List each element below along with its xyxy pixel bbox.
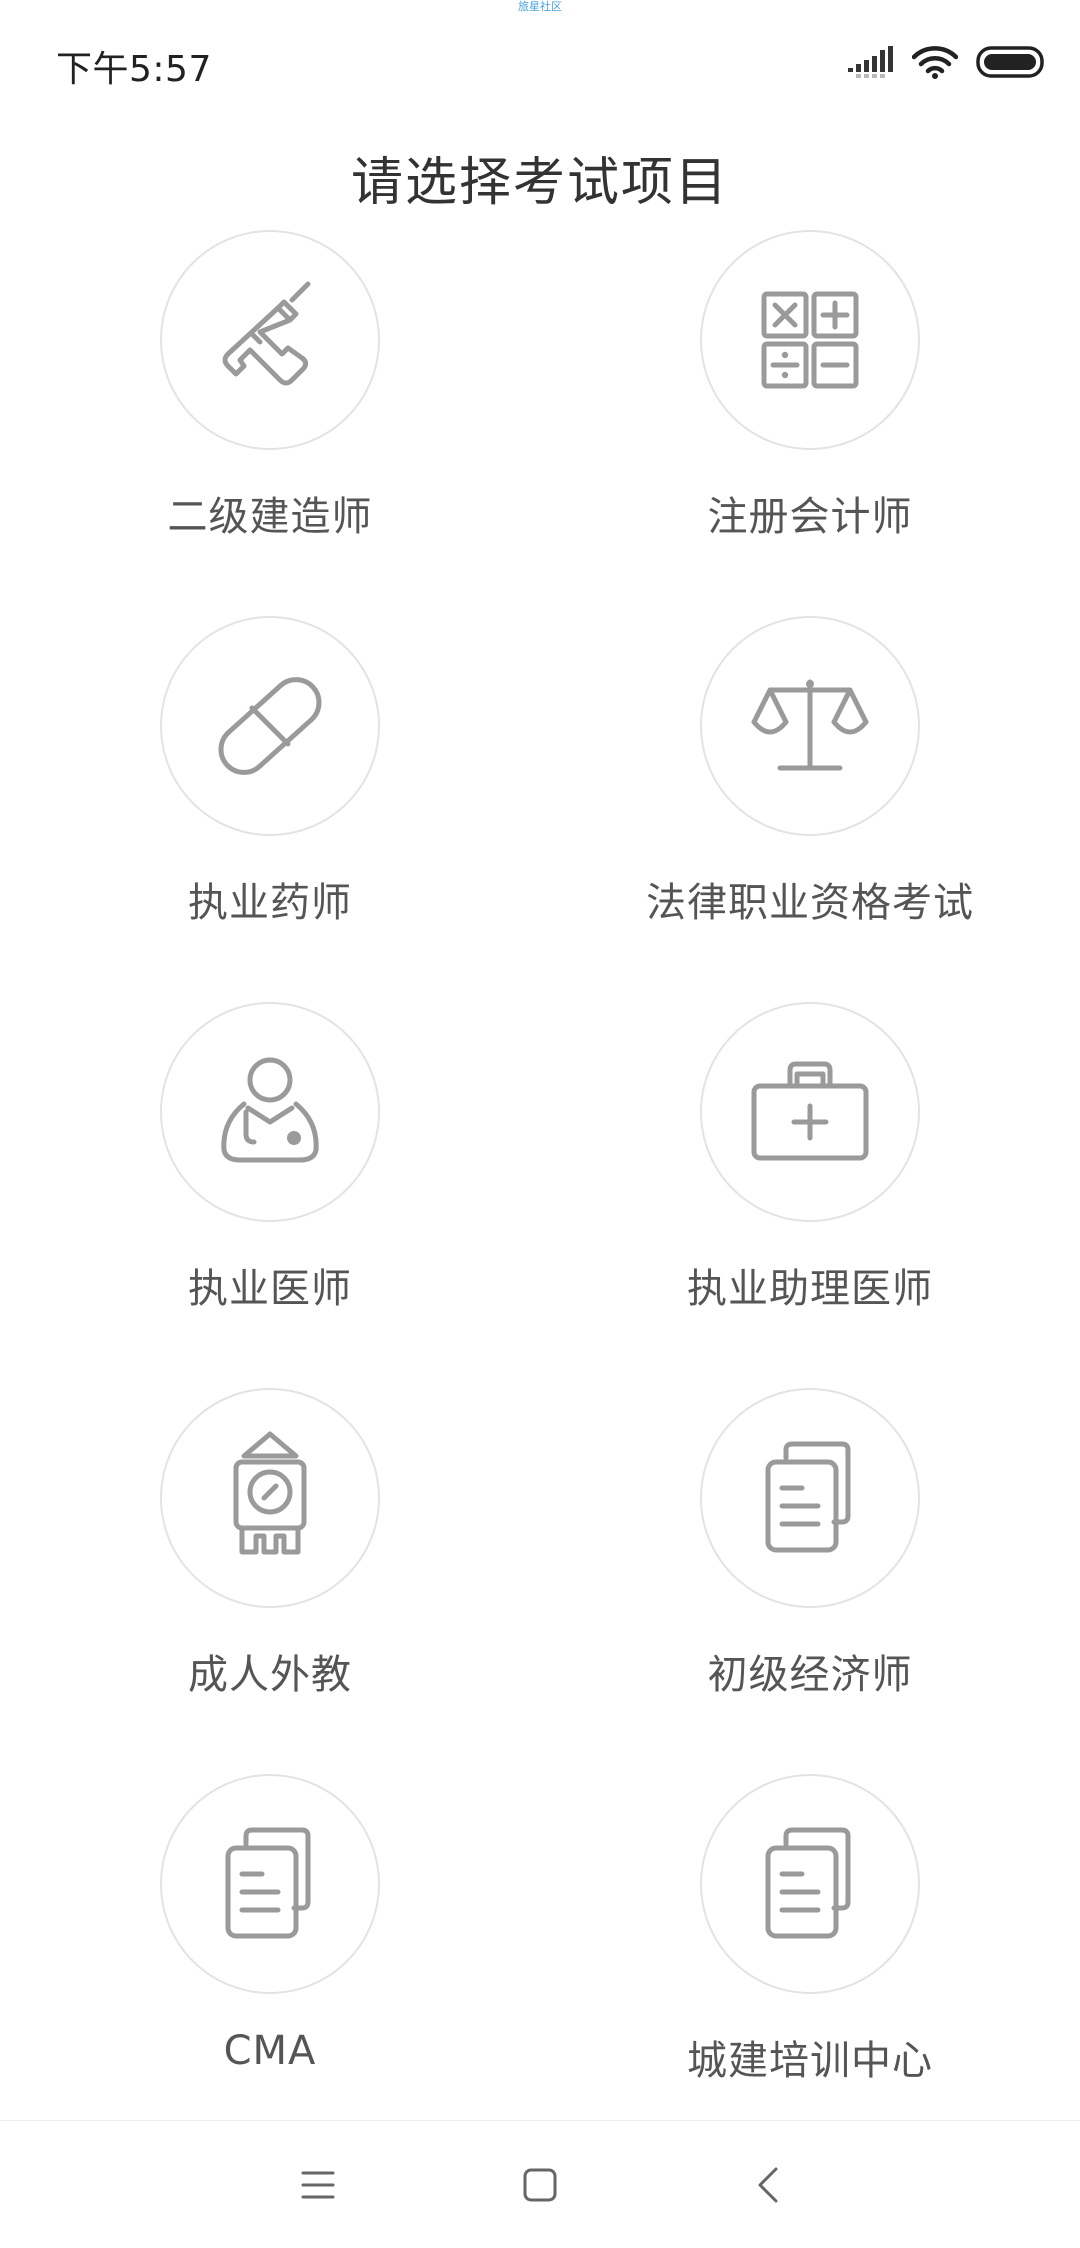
exam-item-label: 初级经济师 <box>707 1652 913 1698</box>
drill-icon <box>222 281 311 386</box>
status-bar: 下午5:57 <box>0 0 1080 120</box>
icon-circle <box>700 1002 920 1222</box>
medical-kit-icon <box>751 1061 869 1161</box>
exam-item-falv-zhiye-zige[interactable]: 法律职业资格考试 <box>540 616 1080 1002</box>
documents-icon <box>765 1441 851 1553</box>
menu-button[interactable] <box>288 2155 348 2215</box>
back-button[interactable] <box>738 2155 798 2215</box>
exam-item-label: 城建培训中心 <box>687 2038 933 2084</box>
icon-circle <box>160 1774 380 1994</box>
page-title: 请选择考试项目 <box>350 153 729 213</box>
exam-item-zhiye-yaoshi[interactable]: 执业药师 <box>0 616 540 1002</box>
exam-item-chuji-jingjishi[interactable]: 初级经济师 <box>540 1388 1080 1774</box>
status-time: 下午5:57 <box>56 49 212 90</box>
exam-item-cma[interactable]: CMA <box>0 1774 540 2160</box>
icon-circle <box>160 616 380 836</box>
exam-item-label: 二级建造师 <box>167 494 373 540</box>
exam-item-zhuce-kuaijishi[interactable]: 注册会计师 <box>540 230 1080 616</box>
home-icon <box>523 2168 557 2202</box>
exam-item-label: 执业医师 <box>188 1266 352 1312</box>
doctor-icon <box>221 1057 319 1163</box>
documents-icon <box>765 1827 851 1939</box>
icon-circle <box>700 616 920 836</box>
icon-circle <box>700 1774 920 1994</box>
exam-item-label: 执业药师 <box>188 880 352 926</box>
home-button[interactable] <box>510 2155 570 2215</box>
menu-icon <box>301 2171 335 2199</box>
system-nav-bar <box>0 2120 1080 2248</box>
clock-tower-icon <box>233 1431 307 1555</box>
exam-item-label: 成人外教 <box>188 1652 352 1698</box>
signal-icon <box>848 46 893 78</box>
exam-item-label: 注册会计师 <box>707 494 913 540</box>
exam-item-chengjian-peixun-zhongxin[interactable]: 城建培训中心 <box>540 1774 1080 2160</box>
documents-icon <box>225 1827 311 1939</box>
icon-circle <box>160 1388 380 1608</box>
wifi-icon <box>912 46 958 79</box>
exam-selection-screen: 旅星社区 下午5:57 请选择考试项目 二级建造师 注册会计师 执业药师 法律职… <box>0 0 1080 2248</box>
exam-item-label: CMA <box>223 2028 317 2074</box>
battery-icon <box>976 46 1044 78</box>
exam-item-zhiye-yishi[interactable]: 执业医师 <box>0 1002 540 1388</box>
back-icon <box>758 2167 778 2203</box>
icon-circle <box>160 230 380 450</box>
icon-circle <box>160 1002 380 1222</box>
icon-circle <box>700 1388 920 1608</box>
exam-item-erji-jianzaoshi[interactable]: 二级建造师 <box>0 230 540 616</box>
exam-item-zhiye-zhuli-yishi[interactable]: 执业助理医师 <box>540 1002 1080 1388</box>
exam-item-label: 执业助理医师 <box>687 1266 933 1312</box>
calculator-icon <box>761 291 859 389</box>
icon-circle <box>700 230 920 450</box>
pill-icon <box>218 677 322 775</box>
status-icons <box>848 44 1044 80</box>
exam-item-label: 法律职业资格考试 <box>646 880 974 926</box>
scales-icon <box>751 679 869 771</box>
exam-item-chengren-waijiao[interactable]: 成人外教 <box>0 1388 540 1774</box>
